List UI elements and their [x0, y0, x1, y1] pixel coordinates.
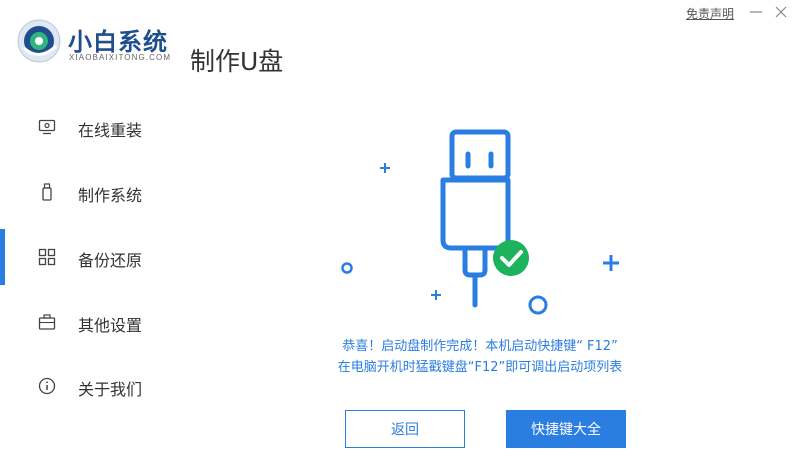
minimize-icon[interactable]: [748, 4, 764, 20]
usb-success-illustration: [330, 120, 630, 320]
sidebar-item-label: 制作系统: [78, 186, 143, 205]
sidebar-item-label: 备份还原: [78, 251, 143, 270]
brand-name: 小白系统: [68, 28, 168, 56]
hotkeys-button[interactable]: 快捷键大全: [506, 410, 626, 448]
back-button[interactable]: 返回: [345, 410, 465, 448]
sidebar-item-label: 其他设置: [78, 316, 143, 335]
close-icon[interactable]: [773, 4, 789, 20]
sidebar-item-backup-restore[interactable]: 备份还原: [0, 229, 180, 285]
sidebar-item-online-reinstall[interactable]: 在线重装: [0, 99, 180, 155]
sidebar-item-label: 在线重装: [78, 121, 143, 140]
sidebar-item-other-settings[interactable]: 其他设置: [0, 294, 180, 350]
app-logo-icon: [16, 18, 62, 64]
briefcase-icon: [38, 313, 56, 331]
usb-drive-icon: [38, 183, 56, 201]
brand-domain: XIAOBAIXITONG.COM: [69, 53, 172, 62]
grid-icon: [38, 248, 56, 266]
page-title: 制作U盘: [190, 47, 284, 76]
success-message: 恭喜！启动盘制作完成！本机启动快捷键“ F12”: [342, 339, 618, 354]
monitor-icon: [38, 118, 56, 136]
sidebar-item-label: 关于我们: [78, 380, 143, 399]
sidebar-item-make-system[interactable]: 制作系统: [0, 164, 180, 220]
sidebar-item-about-us[interactable]: 关于我们: [0, 358, 180, 414]
info-icon: [38, 377, 56, 395]
hotkey-hint-message: 在电脑开机时猛戳键盘“F12”即可调出启动项列表: [337, 360, 623, 375]
disclaimer-link[interactable]: 免责声明: [686, 5, 734, 22]
